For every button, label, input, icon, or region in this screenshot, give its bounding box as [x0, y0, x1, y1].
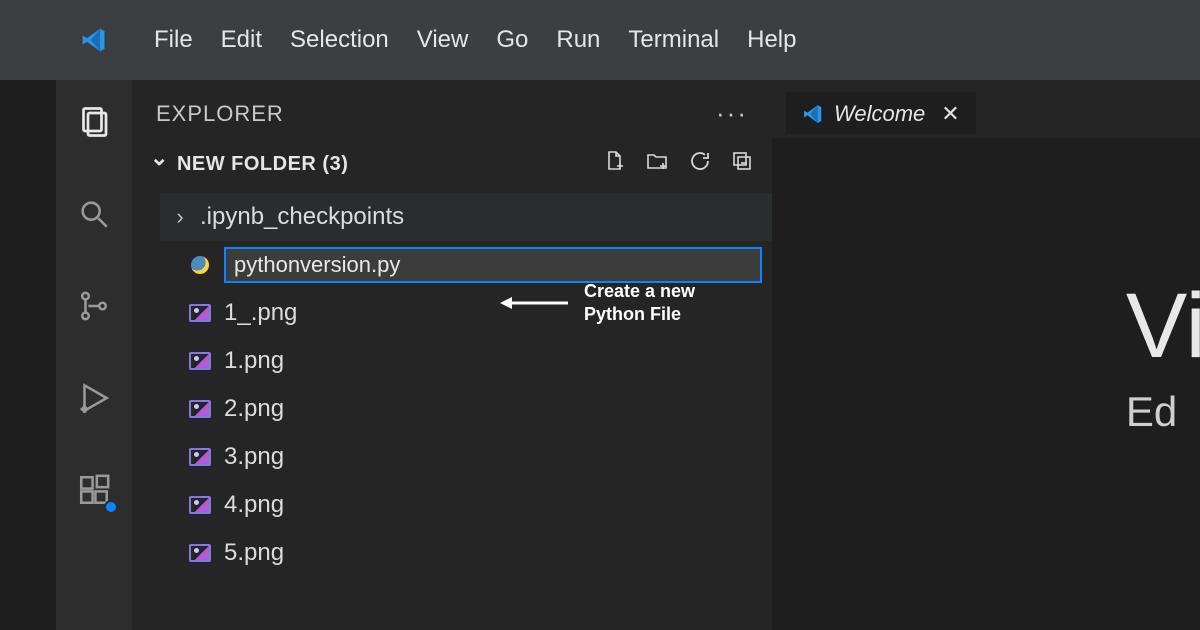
tree-folder-row[interactable]: .ipynb_checkpoints: [160, 193, 772, 241]
close-icon[interactable]: ✕: [941, 101, 959, 127]
annotation-line2: Python File: [584, 303, 695, 326]
chevron-down-icon: [150, 151, 169, 177]
titlebar-left-pad: [0, 0, 56, 80]
workspace-folder-name: NEW FOLDER (3): [177, 153, 348, 176]
tree-file-label: 1.png: [224, 347, 284, 375]
tree-file-row[interactable]: 3.png: [160, 433, 772, 481]
image-file-icon: [188, 541, 212, 565]
explorer-sidebar: EXPLORER ··· NEW FOLDER (3): [132, 80, 772, 630]
menu-go[interactable]: Go: [496, 26, 528, 54]
menu-selection[interactable]: Selection: [290, 26, 389, 54]
tree-file-label: 2.png: [224, 395, 284, 423]
menu-edit[interactable]: Edit: [221, 26, 262, 54]
tree-file-label: 3.png: [224, 443, 284, 471]
tutorial-annotation: Create a new Python File: [500, 280, 695, 325]
menu-file[interactable]: File: [154, 26, 193, 54]
new-folder-icon[interactable]: [644, 149, 670, 179]
tree-file-label: 1_.png: [224, 299, 297, 327]
activity-source-control-icon[interactable]: [74, 286, 114, 326]
activity-extensions-icon[interactable]: [74, 470, 114, 510]
menu-run[interactable]: Run: [556, 26, 600, 54]
activity-explorer-icon[interactable]: [74, 102, 114, 142]
tree-file-row[interactable]: 4.png: [160, 481, 772, 529]
menu-view[interactable]: View: [417, 26, 469, 54]
tree-file-row[interactable]: 5.png: [160, 529, 772, 577]
new-file-icon[interactable]: [602, 149, 626, 179]
editor-tabs: Welcome ✕: [772, 80, 1200, 138]
editor-tab-welcome[interactable]: Welcome ✕: [786, 92, 976, 134]
tree-file-row[interactable]: 1.png: [160, 337, 772, 385]
tree-file-label: 4.png: [224, 491, 284, 519]
explorer-header: EXPLORER ···: [132, 80, 772, 139]
new-file-name-input[interactable]: [224, 247, 762, 283]
menu-help[interactable]: Help: [747, 26, 796, 54]
image-file-icon: [188, 493, 212, 517]
welcome-heading: Vi: [1126, 280, 1200, 372]
image-file-icon: [188, 397, 212, 421]
menu-terminal[interactable]: Terminal: [628, 26, 719, 54]
activity-run-debug-icon[interactable]: [74, 378, 114, 418]
tree-file-label: 5.png: [224, 539, 284, 567]
menu-bar: File Edit Selection View Go Run Terminal…: [56, 0, 1200, 80]
activity-search-icon[interactable]: [74, 194, 114, 234]
explorer-title: EXPLORER: [156, 101, 284, 127]
vscode-logo-icon: [802, 103, 824, 125]
arrow-left-icon: [500, 293, 570, 313]
vscode-window: File Edit Selection View Go Run Terminal…: [0, 0, 1200, 630]
activity-bar: [56, 80, 132, 630]
image-file-icon: [188, 445, 212, 469]
image-file-icon: [188, 349, 212, 373]
refresh-icon[interactable]: [688, 149, 712, 179]
file-tree: .ipynb_checkpoints 1_.png 1.png 2.png 3.…: [132, 189, 772, 577]
collapse-all-icon[interactable]: [730, 149, 754, 179]
workspace-folder-row[interactable]: NEW FOLDER (3): [132, 139, 772, 189]
welcome-page: Vi Ed: [1126, 280, 1200, 436]
tree-folder-label: .ipynb_checkpoints: [200, 203, 404, 231]
editor-tab-title: Welcome: [834, 101, 925, 127]
explorer-folder-actions: [602, 149, 754, 179]
tree-file-row[interactable]: 2.png: [160, 385, 772, 433]
activity-badge-icon: [104, 500, 118, 514]
annotation-line1: Create a new: [584, 280, 695, 303]
chevron-right-icon: [172, 203, 188, 231]
vscode-logo-icon: [80, 26, 108, 54]
image-file-icon: [188, 301, 212, 325]
explorer-more-icon[interactable]: ···: [716, 98, 748, 129]
python-file-icon: [188, 253, 212, 277]
editor-area: Welcome ✕ Vi Ed: [772, 80, 1200, 630]
welcome-subheading: Ed: [1126, 388, 1200, 436]
